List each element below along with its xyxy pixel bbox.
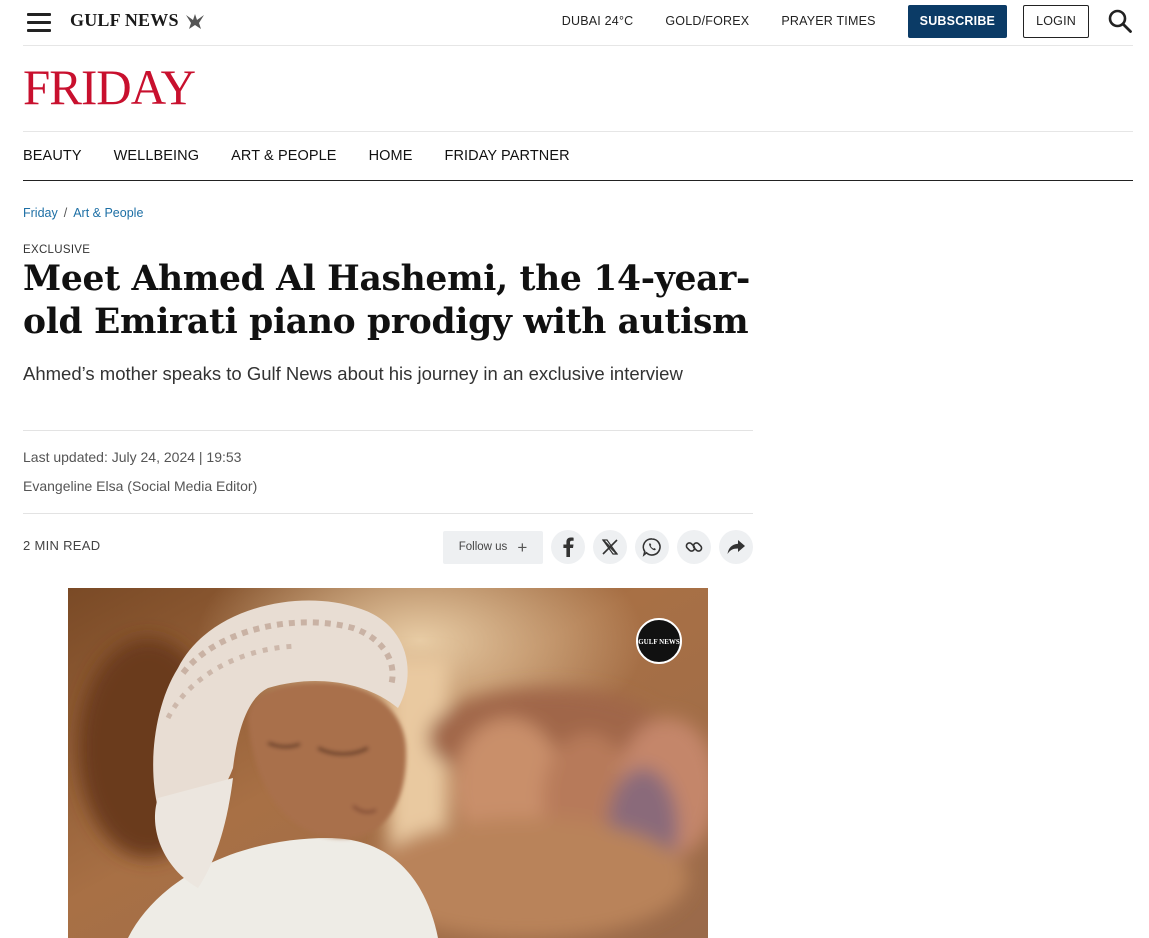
article-headline: Meet Ahmed Al Hashemi, the 14-year-old E… xyxy=(23,259,751,342)
subscribe-button[interactable]: SUBSCRIBE xyxy=(907,4,1008,38)
section-nav: BEAUTY WELLBEING ART & PEOPLE HOME FRIDA… xyxy=(23,132,1133,181)
breadcrumb-separator: / xyxy=(63,206,68,220)
nav-item-beauty[interactable]: BEAUTY xyxy=(23,148,82,164)
nav-item-home[interactable]: HOME xyxy=(369,148,413,164)
top-bar: GULF NEWS DUBAI 24°C GOLD/FOREX PRAYER T… xyxy=(23,0,1133,46)
hero-image[interactable]: GULF NEWS xyxy=(68,588,708,938)
article-kicker: EXCLUSIVE xyxy=(23,244,91,256)
last-updated: Last updated: July 24, 2024 | 19:53 xyxy=(23,449,242,465)
nav-item-friday-partner[interactable]: FRIDAY PARTNER xyxy=(444,148,569,164)
watermark-logo: GULF NEWS xyxy=(636,618,682,664)
friday-masthead[interactable]: FRIDAY xyxy=(23,58,199,116)
article-standfirst: Ahmed’s mother speaks to Gulf News about… xyxy=(23,363,683,384)
prayer-times-link[interactable]: PRAYER TIMES xyxy=(781,14,875,28)
facebook-icon[interactable] xyxy=(551,530,585,564)
brand-name: GULF NEWS xyxy=(70,10,179,30)
nav-item-art-people[interactable]: ART & PEOPLE xyxy=(231,148,336,164)
divider xyxy=(23,430,753,431)
follow-us-label: Follow us xyxy=(458,541,508,553)
whatsapp-icon[interactable] xyxy=(635,530,669,564)
divider xyxy=(23,513,753,514)
copy-link-icon[interactable] xyxy=(677,530,711,564)
gold-forex-link[interactable]: GOLD/FOREX xyxy=(665,14,749,28)
top-links: DUBAI 24°C GOLD/FOREX PRAYER TIMES SUBSC… xyxy=(562,0,1133,42)
hero-photo xyxy=(68,588,708,938)
share-bar: Follow us + xyxy=(443,530,753,564)
falcon-icon xyxy=(185,13,204,29)
search-icon[interactable] xyxy=(1107,8,1133,34)
gulf-news-logo[interactable]: GULF NEWS xyxy=(70,10,206,31)
breadcrumb: Friday / Art & People xyxy=(23,206,143,220)
read-time: 2 MIN READ xyxy=(23,538,101,553)
author-byline[interactable]: Evangeline Elsa (Social Media Editor) xyxy=(23,478,257,494)
breadcrumb-art-people[interactable]: Art & People xyxy=(73,206,143,220)
x-icon[interactable] xyxy=(593,530,627,564)
nav-item-wellbeing[interactable]: WELLBEING xyxy=(114,148,200,164)
login-button[interactable]: LOGIN xyxy=(1023,4,1089,38)
masthead-title: FRIDAY xyxy=(23,59,196,115)
share-icon[interactable] xyxy=(719,530,753,564)
follow-us-button[interactable]: Follow us + xyxy=(443,530,543,564)
weather-link[interactable]: DUBAI 24°C xyxy=(562,14,634,28)
plus-icon: + xyxy=(517,537,528,557)
menu-icon[interactable] xyxy=(27,13,51,32)
breadcrumb-friday[interactable]: Friday xyxy=(23,206,58,220)
